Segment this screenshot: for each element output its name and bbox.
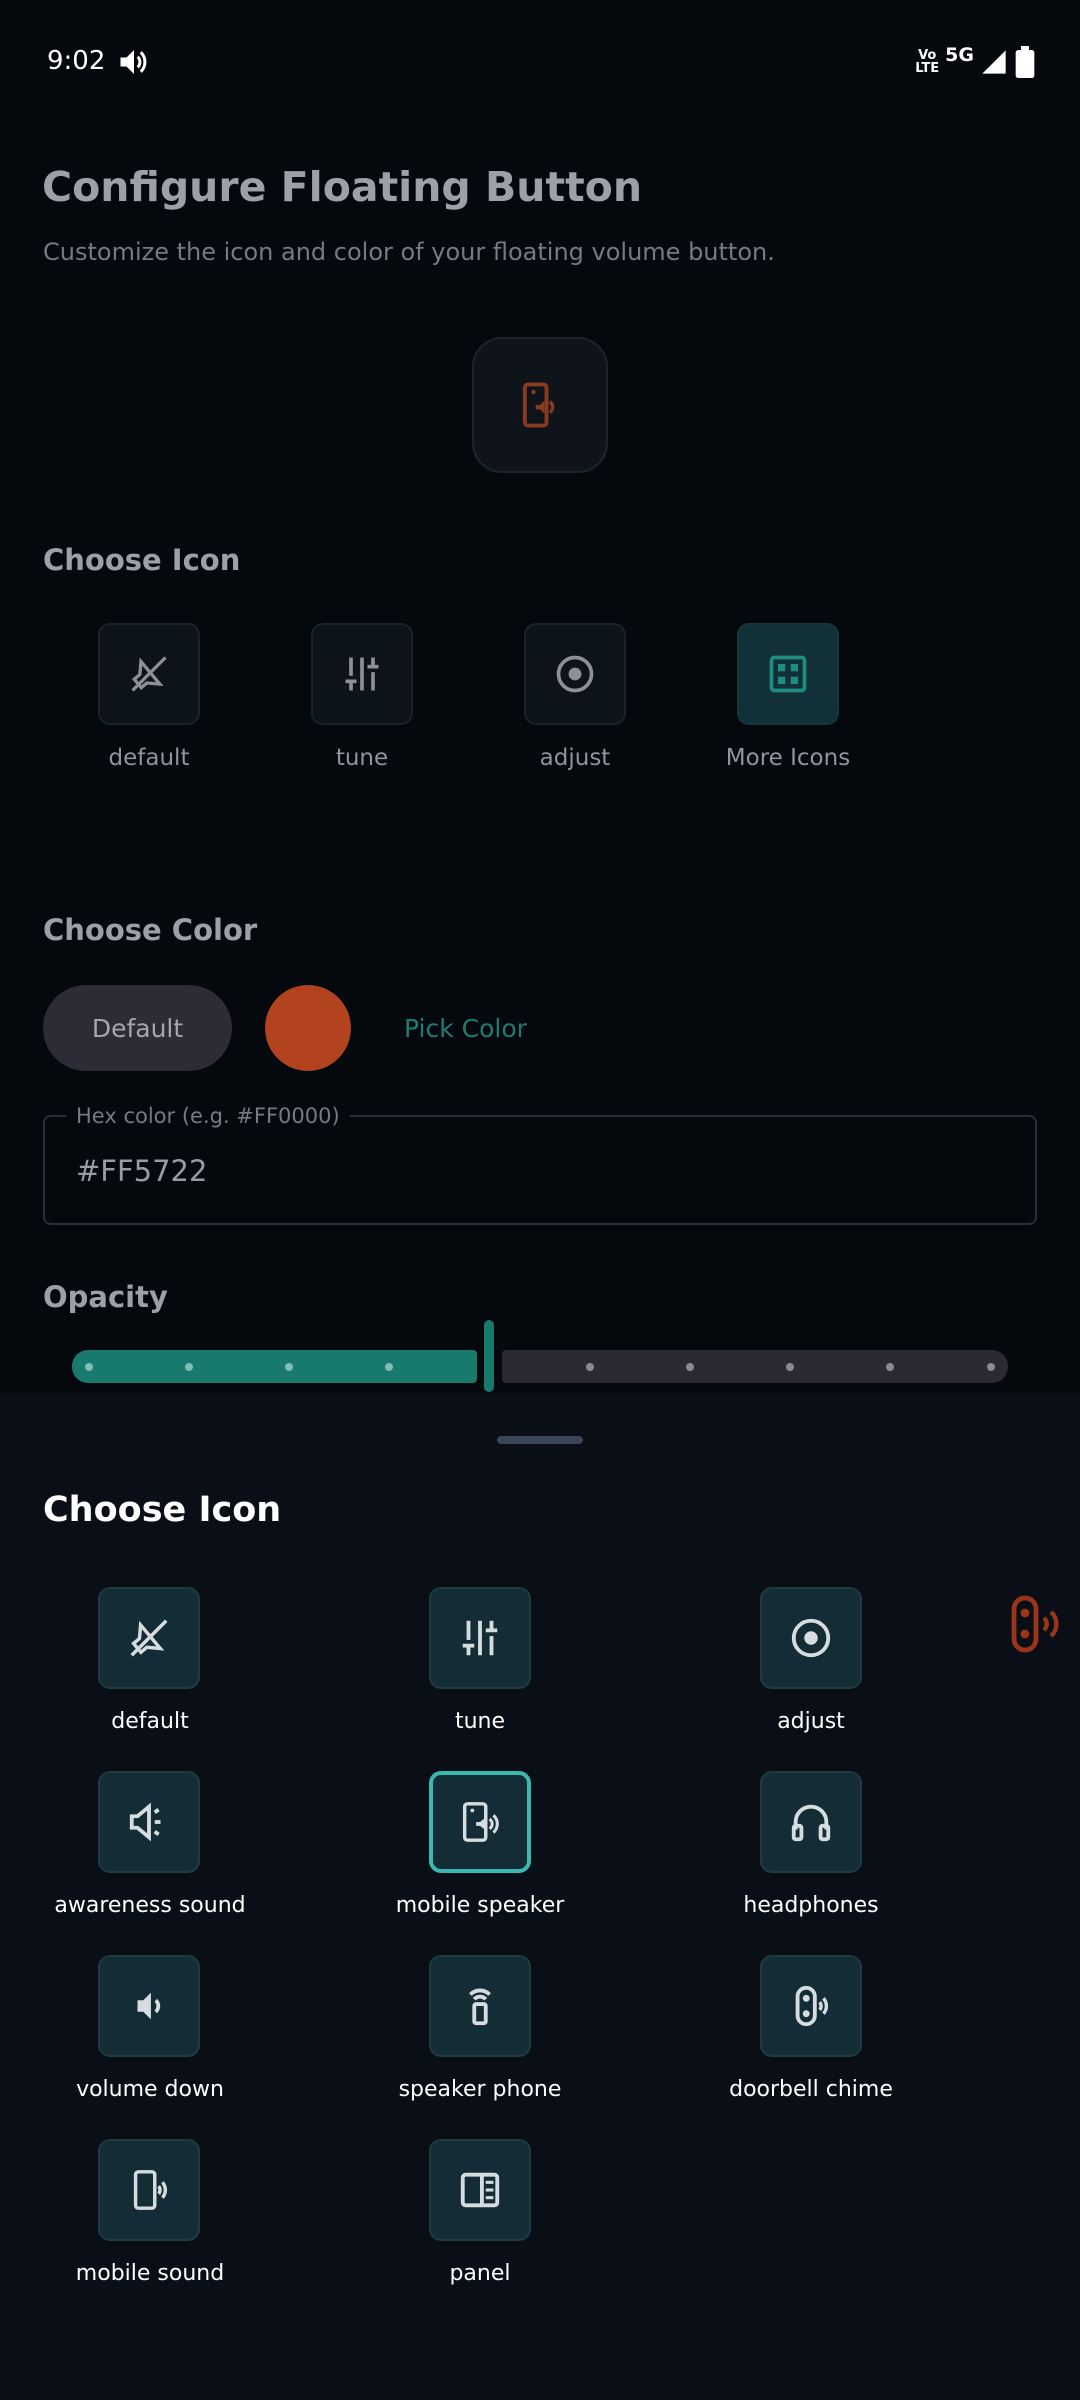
volume-icon <box>120 50 147 74</box>
icon-tile-label: doorbell chime <box>729 2077 893 2102</box>
status-time: 9:02 <box>47 46 106 76</box>
slider-tick <box>987 1363 995 1371</box>
pick-color-button[interactable]: Pick Color <box>404 1014 527 1043</box>
slider-tick <box>686 1363 694 1371</box>
slider-tick <box>285 1363 293 1371</box>
slider-tick <box>786 1363 794 1371</box>
adjust-icon <box>791 1618 831 1658</box>
icon-tile-panel[interactable] <box>429 2139 531 2241</box>
awareness-sound-icon <box>129 1802 161 1842</box>
more-icons-button[interactable] <box>737 623 839 725</box>
icon-tile-mobile-sound[interactable] <box>98 2139 200 2241</box>
icon-option-label: adjust <box>539 745 611 771</box>
icon-tile-adjust[interactable] <box>760 1587 862 1689</box>
icon-tile-awareness-sound[interactable] <box>98 1771 200 1873</box>
panel-icon <box>460 2172 500 2208</box>
icon-tile-default[interactable] <box>98 1587 200 1689</box>
tune-icon <box>462 1620 498 1656</box>
icon-option-label: tune <box>335 745 389 771</box>
slider-tick <box>586 1363 594 1371</box>
volume-down-icon <box>137 1992 161 2020</box>
icon-tile-label: tune <box>454 1709 506 1734</box>
speaker-off-icon <box>130 1619 168 1657</box>
sheet-title: Choose Icon <box>43 1490 282 1530</box>
battery-icon <box>1015 46 1035 78</box>
slider-tick <box>886 1363 894 1371</box>
mobile-speaker-icon <box>522 382 555 428</box>
icon-tile-label: headphones <box>743 1893 879 1918</box>
volte-indicator: Vo LTE <box>915 48 940 76</box>
icon-option-adjust[interactable] <box>524 623 626 725</box>
icon-tile-volume-down[interactable] <box>98 1955 200 2057</box>
color-swatch[interactable] <box>265 985 351 1071</box>
mobile-sound-icon <box>133 2170 168 2210</box>
icon-tile-doorbell-chime[interactable] <box>760 1955 862 2057</box>
page-subtitle: Customize the icon and color of your flo… <box>43 238 775 266</box>
signal-icon <box>982 50 1006 74</box>
icon-tile-tune[interactable] <box>429 1587 531 1689</box>
icon-tile-label: mobile speaker <box>395 1893 565 1918</box>
sheet-drag-handle[interactable] <box>497 1436 583 1444</box>
status-icons: Vo LTE 5G <box>915 42 1036 82</box>
doorbell-chime-icon <box>795 1985 829 2027</box>
icon-tile-label: awareness sound <box>54 1893 246 1918</box>
hex-color-value[interactable]: #FF5722 <box>76 1154 207 1188</box>
speaker-phone-icon <box>469 1988 491 2026</box>
default-color-button[interactable]: Default <box>43 985 232 1071</box>
opacity-slider-thumb[interactable] <box>484 1320 494 1392</box>
icon-option-default[interactable] <box>98 623 200 725</box>
icon-tile-speaker-phone[interactable] <box>429 1955 531 2057</box>
hex-color-label: Hex color (e.g. #FF0000) <box>66 1104 350 1128</box>
network-type: 5G <box>945 44 974 66</box>
opacity-slider-inactive-track[interactable] <box>502 1350 1008 1383</box>
icon-tile-headphones[interactable] <box>760 1771 862 1873</box>
speaker-off-icon <box>131 656 167 692</box>
choose-color-heading: Choose Color <box>43 913 258 947</box>
slider-tick <box>85 1363 93 1371</box>
choose-icon-heading: Choose Icon <box>43 543 241 577</box>
icon-option-tune[interactable] <box>311 623 413 725</box>
mobile-speaker-icon <box>462 1802 499 1842</box>
icon-tile-label: mobile sound <box>75 2261 225 2286</box>
icon-option-label: More Icons <box>725 745 851 771</box>
opacity-heading: Opacity <box>43 1280 168 1314</box>
icon-tile-mobile-speaker[interactable] <box>429 1771 531 1873</box>
slider-tick <box>185 1363 193 1371</box>
icon-tile-label: speaker phone <box>398 2077 562 2102</box>
slider-tick <box>385 1363 393 1371</box>
page-title: Configure Floating Button <box>42 163 643 211</box>
icon-tile-label: volume down <box>76 2077 224 2102</box>
grid-icon <box>769 655 807 693</box>
floating-doorbell-chime-icon[interactable] <box>1010 1594 1066 1654</box>
icon-tile-label: panel <box>449 2261 511 2286</box>
icon-tile-label: adjust <box>777 1709 845 1734</box>
adjust-icon <box>556 655 594 693</box>
floating-button-preview <box>472 337 608 473</box>
tune-icon <box>345 657 379 691</box>
headphones-icon <box>791 1804 831 1842</box>
icon-option-label: default <box>108 745 190 771</box>
icon-tile-label: default <box>111 1709 189 1734</box>
opacity-slider-active-track[interactable] <box>72 1350 477 1383</box>
